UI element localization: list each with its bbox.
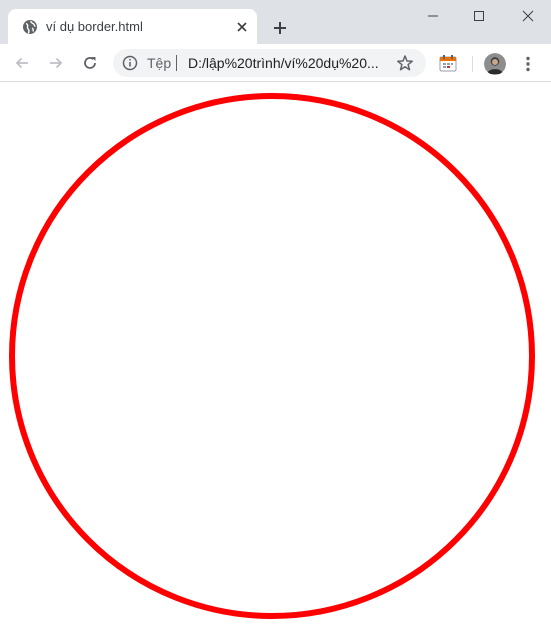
- browser-window: ví dụ border.html Tệp D:/lập%20trình/ví%…: [0, 0, 551, 640]
- window-minimize-button[interactable]: [410, 0, 456, 32]
- window-close-button[interactable]: [505, 0, 551, 32]
- more-vert-icon: [526, 56, 530, 72]
- close-icon: [237, 22, 247, 32]
- browser-toolbar: Tệp D:/lập%20trình/ví%20dụ%20...: [0, 44, 551, 82]
- tab-close-button[interactable]: [232, 17, 252, 37]
- close-icon: [522, 10, 534, 22]
- browser-menu-button[interactable]: [517, 53, 539, 75]
- new-tab-button[interactable]: [268, 16, 292, 40]
- tab-active[interactable]: ví dụ border.html: [8, 9, 257, 44]
- avatar[interactable]: [484, 53, 506, 75]
- window-maximize-button[interactable]: [456, 0, 502, 32]
- plus-icon: [274, 22, 286, 34]
- info-icon[interactable]: [122, 55, 138, 71]
- url-text[interactable]: D:/lập%20trình/ví%20dụ%20...: [188, 55, 388, 71]
- address-bar[interactable]: Tệp D:/lập%20trình/ví%20dụ%20...: [113, 49, 426, 77]
- calendar-extension-icon[interactable]: [438, 53, 458, 73]
- page-content: [0, 82, 551, 640]
- arrow-left-icon: [15, 57, 28, 69]
- tab-strip: ví dụ border.html: [0, 0, 551, 44]
- minimize-icon: [428, 15, 438, 17]
- reload-icon: [84, 57, 96, 69]
- toolbar-divider: [472, 56, 473, 72]
- url-scheme-label: Tệp: [147, 55, 172, 71]
- tab-title: ví dụ border.html: [46, 19, 143, 34]
- maximize-icon: [474, 11, 484, 21]
- red-circle-border: [9, 93, 535, 619]
- forward-button[interactable]: [44, 51, 68, 75]
- star-icon: [397, 55, 413, 71]
- back-button[interactable]: [10, 51, 34, 75]
- url-separator: [176, 55, 177, 71]
- bookmark-star-button[interactable]: [396, 54, 414, 72]
- arrow-right-icon: [50, 57, 63, 69]
- globe-icon: [22, 19, 38, 35]
- reload-button[interactable]: [78, 51, 102, 75]
